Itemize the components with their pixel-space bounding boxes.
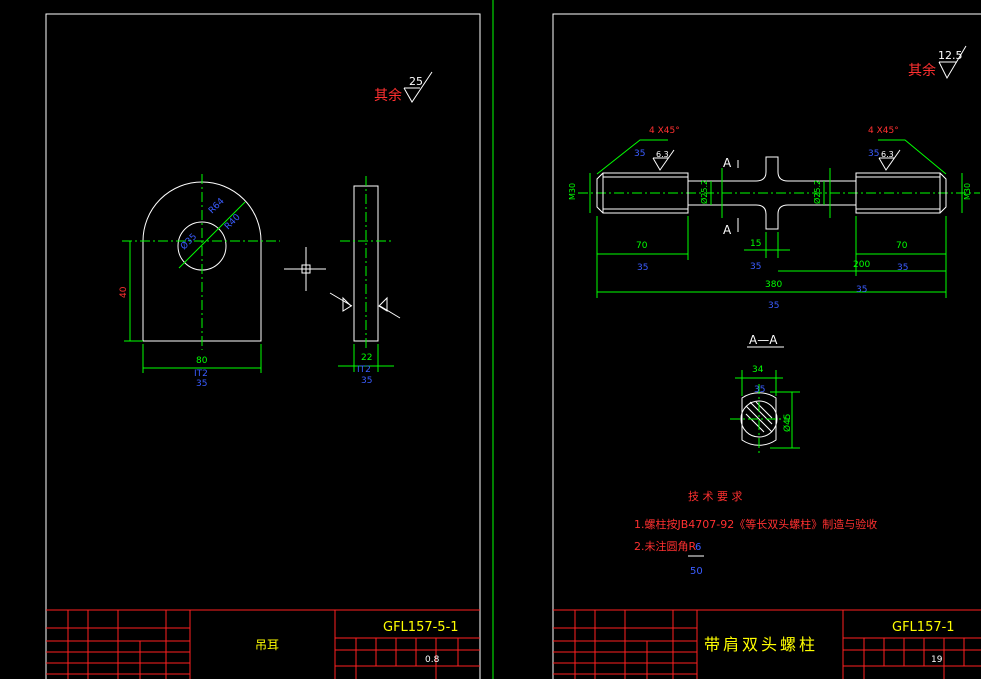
dim-phi45: Ø45	[782, 413, 793, 432]
rough-63-left: 6.3	[656, 150, 669, 159]
section-aa-title: A—A	[749, 333, 778, 347]
tech-requirement-1: 1.螺柱按JB4707-92《等长双头螺柱》制造与验收	[634, 517, 877, 531]
dia-252-right: Ø25.2	[812, 180, 822, 204]
section-aa-view	[730, 346, 800, 456]
right-roughness-symbol: 其余 12.5	[908, 45, 967, 80]
tech-requirement-2: 2.未注圆角R	[634, 539, 696, 553]
lug-front-view	[122, 174, 280, 373]
dim-80-tol: IT2	[194, 369, 208, 379]
dia-252-left: Ø25.2	[699, 180, 709, 204]
thread-m30-right: M30	[963, 183, 972, 200]
chamfer-right: 4 X45°	[868, 126, 899, 136]
thread-m30-left: M30	[568, 183, 577, 200]
section-mark-bottom: A	[723, 223, 732, 237]
drawing-sheets: 其余 25 R64 R40 Ø35 40 80 IT2 35 22 IT2 35…	[45, 0, 981, 679]
dim-15: 15	[750, 239, 761, 249]
svg-text:其余: 其余	[908, 62, 936, 79]
left-sheet-border	[45, 13, 481, 679]
chamfer-left: 4 X45°	[649, 126, 680, 136]
dim-34: 34	[752, 365, 764, 375]
dim-380-tol: 35	[768, 301, 779, 311]
dim-22-dev: 35	[361, 376, 372, 386]
dim-70-right-tol: 35	[897, 263, 908, 273]
stud-main-view	[578, 139, 980, 298]
dim-380: 380	[765, 280, 782, 290]
left-part-name: 吊耳	[255, 638, 279, 652]
chamfer-right-tol: 35	[868, 149, 879, 159]
rough-63-right: 6.3	[881, 150, 894, 159]
section-mark-top: A	[723, 156, 732, 170]
dim-70-right: 70	[896, 241, 908, 251]
tech-requirement-2-value: 6	[695, 542, 701, 553]
chamfer-left-tol: 35	[634, 149, 645, 159]
dim-80-dev: 35	[196, 379, 207, 389]
tech-requirements-title: 技 术 要 求	[688, 490, 743, 503]
dim-r64: R64	[207, 196, 227, 216]
dim-r40: R40	[223, 212, 243, 232]
dim-80: 80	[196, 356, 208, 366]
dim-70-left-tol: 35	[637, 263, 648, 273]
dim-70-left: 70	[636, 241, 648, 251]
cad-drawing-canvas: 其余 25 R64 R40 Ø35 40 80 IT2 35 22 IT2 35…	[0, 0, 981, 679]
cad-cursor-crosshair	[284, 247, 326, 291]
lug-side-view	[329, 176, 401, 372]
tech-requirement-2-tol: 50	[690, 566, 703, 577]
right-drawing-number: GFL157-1	[892, 620, 955, 635]
dim-200-tol: 35	[856, 285, 867, 295]
dim-40: 40	[119, 286, 129, 298]
dim-22-tol: IT2	[357, 365, 371, 375]
dim-34-tol: 35	[754, 385, 765, 395]
right-weight: 19	[931, 655, 943, 665]
svg-text:25: 25	[409, 75, 423, 88]
left-weight: 0.8	[425, 655, 440, 665]
right-part-name: 带肩双头螺柱	[704, 635, 818, 654]
dim-200: 200	[853, 260, 870, 270]
svg-text:其余: 其余	[374, 87, 402, 104]
left-roughness-symbol: 其余 25	[374, 71, 433, 104]
dim-15-tol: 35	[750, 262, 761, 272]
left-drawing-number: GFL157-5-1	[383, 620, 459, 635]
dim-22: 22	[361, 353, 372, 363]
svg-text:12.5: 12.5	[938, 49, 963, 62]
